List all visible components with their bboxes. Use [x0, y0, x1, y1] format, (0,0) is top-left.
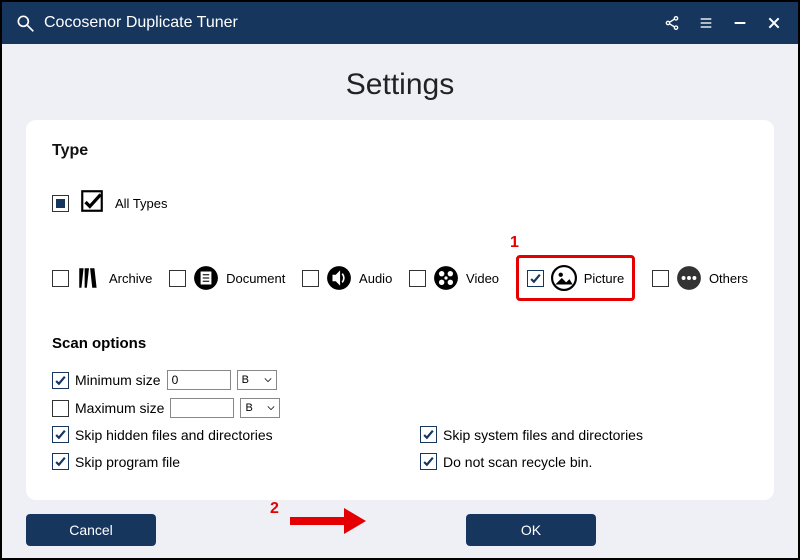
video-label: Video	[466, 271, 499, 286]
cancel-button[interactable]: Cancel	[26, 514, 156, 546]
min-size-input[interactable]	[167, 370, 231, 390]
title-bar: Cocosenor Duplicate Tuner	[2, 2, 798, 44]
page-title: Settings	[26, 68, 774, 102]
archive-icon	[75, 264, 103, 292]
annotation-2: 2	[270, 500, 279, 518]
skip-system-checkbox[interactable]	[420, 426, 437, 443]
video-icon	[432, 264, 460, 292]
type-archive[interactable]: Archive	[52, 264, 152, 292]
picture-icon	[550, 264, 578, 292]
annotation-1: 1	[510, 234, 519, 252]
archive-checkbox[interactable]	[52, 270, 69, 287]
others-checkbox[interactable]	[652, 270, 669, 287]
document-checkbox[interactable]	[169, 270, 186, 287]
type-heading: Type	[52, 142, 748, 160]
share-icon[interactable]	[660, 11, 684, 35]
picture-label: Picture	[584, 271, 624, 286]
picture-checkbox[interactable]	[527, 270, 544, 287]
menu-icon[interactable]	[694, 11, 718, 35]
max-size-unit[interactable]: B	[240, 398, 280, 418]
type-document[interactable]: Document	[169, 264, 285, 292]
skip-recycle-label: Do not scan recycle bin.	[443, 454, 592, 470]
min-size-unit[interactable]: B	[237, 370, 277, 390]
all-types-label: All Types	[115, 196, 168, 211]
audio-label: Audio	[359, 271, 392, 286]
type-audio[interactable]: Audio	[302, 264, 392, 292]
max-size-label: Maximum size	[75, 400, 164, 416]
scan-heading: Scan options	[52, 335, 748, 352]
skip-system-label: Skip system files and directories	[443, 427, 643, 443]
min-size-label: Minimum size	[75, 372, 161, 388]
archive-label: Archive	[109, 271, 152, 286]
min-size-checkbox[interactable]	[52, 372, 69, 389]
max-size-input[interactable]	[170, 398, 234, 418]
skip-hidden-label: Skip hidden files and directories	[75, 427, 273, 443]
app-logo-icon	[14, 12, 36, 34]
all-types-checkbox[interactable]	[52, 195, 69, 212]
audio-icon	[325, 264, 353, 292]
video-checkbox[interactable]	[409, 270, 426, 287]
others-label: Others	[709, 271, 748, 286]
arrow-annotation-icon	[290, 508, 366, 534]
document-label: Document	[226, 271, 285, 286]
type-others[interactable]: Others	[652, 264, 748, 292]
skip-program-checkbox[interactable]	[52, 453, 69, 470]
settings-panel: Type All Types Archive Document	[26, 120, 774, 500]
audio-checkbox[interactable]	[302, 270, 319, 287]
ok-button[interactable]: OK	[466, 514, 596, 546]
skip-program-label: Skip program file	[75, 454, 180, 470]
max-size-checkbox[interactable]	[52, 400, 69, 417]
others-icon	[675, 264, 703, 292]
skip-hidden-checkbox[interactable]	[52, 426, 69, 443]
all-types-icon	[79, 188, 105, 219]
app-title: Cocosenor Duplicate Tuner	[44, 14, 650, 32]
type-picture[interactable]: Picture	[516, 255, 635, 301]
document-icon	[192, 264, 220, 292]
skip-recycle-checkbox[interactable]	[420, 453, 437, 470]
close-icon[interactable]	[762, 11, 786, 35]
type-video[interactable]: Video	[409, 264, 499, 292]
minimize-icon[interactable]	[728, 11, 752, 35]
